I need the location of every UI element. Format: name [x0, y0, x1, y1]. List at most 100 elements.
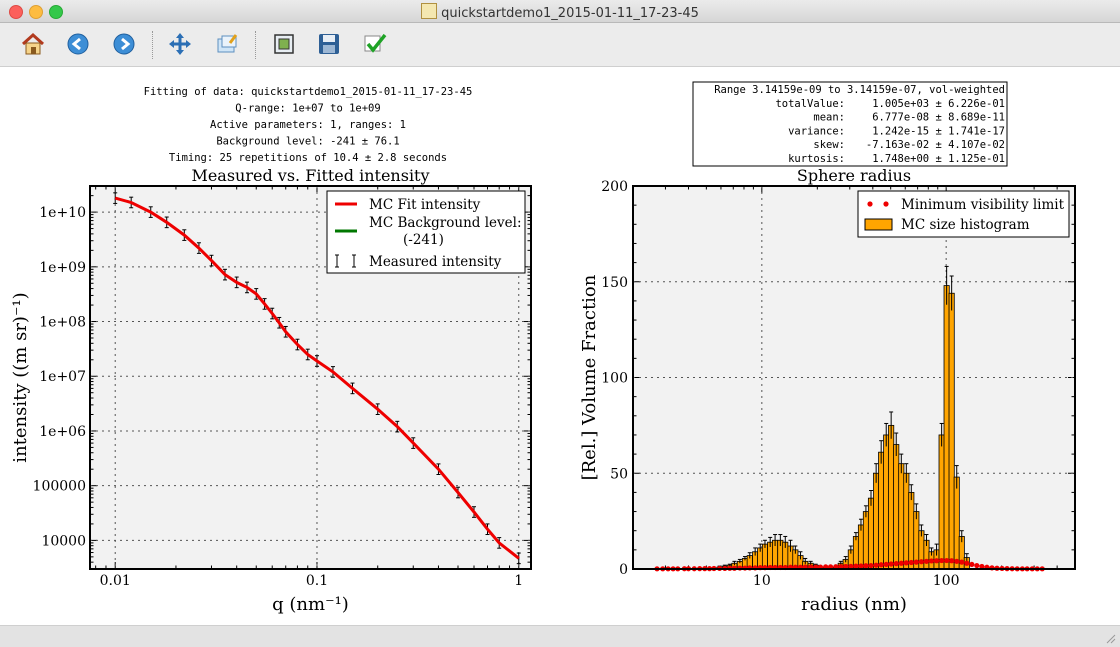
intensity-chart: 0.01 0.1 1 10000 100000 1e+06 1e+07 1e+08 1e+09 1…	[10, 166, 532, 615]
histogram-bar	[938, 434, 945, 570]
statistics-value: 1.005e+03 ± 6.226e-01	[872, 98, 1005, 110]
histogram-bar	[953, 476, 960, 570]
y-tick-label: 1e+07	[39, 369, 86, 385]
minimum-visibility-point	[939, 557, 945, 564]
statistics-value: 1.242e-15 ± 1.741e-17	[872, 125, 1005, 137]
minimum-visibility-point	[903, 560, 909, 566]
minimum-visibility-point	[878, 562, 884, 568]
apply-button[interactable]	[360, 29, 390, 59]
minimum-visibility-point	[913, 559, 919, 565]
forward-icon	[113, 33, 135, 55]
figure-svg: Fitting of data: quickstartdemo1_2015-01…	[10, 81, 1076, 615]
back-icon	[67, 33, 89, 55]
zoom-to-rect-button[interactable]	[269, 29, 299, 59]
histogram-bar	[873, 472, 880, 570]
y-tick-label: 10000	[41, 533, 86, 549]
legend-background-label: MC Background level:	[369, 215, 522, 231]
home-icon	[21, 32, 45, 55]
x-tick-label: 0.1	[306, 573, 328, 589]
x-tick-label: 0.01	[100, 573, 131, 589]
y-tick-label: 1e+10	[39, 205, 86, 221]
histogram-bar	[857, 524, 864, 570]
histogram-bar	[888, 424, 895, 570]
y-tick-label: 200	[601, 179, 628, 195]
y-tick-label: 100000	[33, 479, 86, 495]
home-button[interactable]	[18, 29, 48, 59]
minimum-visibility-point	[863, 563, 869, 569]
window-title-text: quickstartdemo1_2015-01-11_17-23-45	[441, 6, 699, 21]
histogram-bar	[948, 292, 955, 570]
fit-info-line: Active parameters: 1, ranges: 1	[210, 119, 406, 131]
y-tick-label: 50	[610, 466, 628, 482]
x-axis-label: q (nm⁻¹)	[272, 594, 349, 615]
x-tick-label: 10	[753, 573, 771, 589]
fit-info-line: Timing: 25 repetitions of 10.4 ± 2.8 sec…	[169, 152, 447, 164]
figure-canvas: Fitting of data: quickstartdemo1_2015-01…	[0, 67, 1120, 625]
fit-info-line: Q-range: 1e+07 to 1e+09	[235, 103, 380, 115]
histogram-bar	[903, 472, 910, 570]
statistics-label: skew:	[813, 139, 845, 151]
minimum-visibility-point	[954, 558, 960, 564]
y-tick-label: 150	[601, 275, 628, 291]
x-axis-label: radius (nm)	[801, 594, 907, 615]
minimum-visibility-point	[944, 557, 950, 564]
legend-background-value: (-241)	[403, 232, 444, 248]
histogram-bar	[883, 434, 890, 570]
back-button[interactable]	[63, 29, 93, 59]
status-bar	[0, 625, 1120, 647]
minimum-visibility-point	[923, 558, 930, 564]
pan-button[interactable]	[165, 29, 195, 59]
zoom-icon	[274, 34, 294, 54]
toolbar-separator	[152, 31, 154, 59]
statistics-label: variance:	[788, 125, 845, 137]
chart-title: Sphere radius	[797, 166, 911, 185]
y-tick-label: 1e+06	[39, 424, 86, 440]
fit-info-text: Fitting of data: quickstartdemo1_2015-01…	[144, 86, 473, 164]
minimum-visibility-point	[933, 558, 940, 564]
histogram-bar	[867, 497, 875, 570]
minimum-visibility-point	[928, 558, 935, 564]
statistics-value: 1.748e+00 ± 1.125e-01	[872, 153, 1005, 165]
legend-minvis-swatch	[883, 201, 889, 207]
minimum-visibility-point	[918, 559, 925, 565]
minimum-visibility-point	[964, 560, 970, 566]
minimum-visibility-point	[974, 562, 980, 569]
save-button[interactable]	[314, 29, 344, 59]
histogram-bar	[943, 285, 950, 570]
statistics-label: totalValue:	[775, 98, 845, 110]
statistics-label: mean:	[813, 112, 845, 124]
minimum-visibility-point	[969, 561, 975, 568]
y-tick-label: 100	[601, 371, 628, 387]
window-title: quickstartdemo1_2015-01-11_17-23-45	[0, 3, 1120, 21]
sphere-radius-chart: 10 100 0 50 100 150 200 Sphere radius radius (nm…	[579, 166, 1076, 615]
window-titlebar: quickstartdemo1_2015-01-11_17-23-45	[0, 0, 1120, 23]
statistics-label: kurtosis:	[788, 153, 845, 165]
minimum-visibility-point	[873, 562, 879, 568]
x-tick-label: 100	[933, 573, 960, 589]
forward-button[interactable]	[109, 29, 139, 59]
minimum-visibility-point	[888, 561, 894, 567]
statistics-value: -7.163e-02 ± 4.107e-02	[866, 139, 1005, 151]
app-icon	[421, 3, 438, 19]
legend-fit-label: MC Fit intensity	[369, 197, 481, 213]
minimum-visibility-point	[893, 561, 899, 567]
minimum-visibility-point	[858, 563, 864, 569]
legend-minvis-label: Minimum visibility limit	[901, 197, 1065, 213]
legend-minvis-swatch	[867, 201, 873, 207]
check-icon	[364, 33, 387, 53]
histogram-bar	[862, 511, 869, 570]
legend-measured-label: Measured intensity	[369, 254, 502, 270]
histogram-bar	[908, 491, 915, 570]
histogram-bar	[898, 463, 905, 570]
legend-histogram-label: MC size histogram	[901, 217, 1030, 233]
chart-title: Measured vs. Fitted intensity	[191, 166, 429, 185]
minimum-visibility-point	[883, 561, 889, 568]
configure-subplots-button[interactable]	[212, 29, 242, 59]
minimum-visibility-point	[908, 559, 914, 566]
minimum-visibility-point	[853, 563, 859, 569]
resize-grip-icon[interactable]	[1104, 632, 1116, 644]
toolbar-separator	[255, 31, 257, 59]
minimum-visibility-point	[868, 562, 874, 569]
statistics-header: Range 3.14159e-09 to 3.14159e-07, vol-we…	[714, 84, 1005, 96]
y-tick-label: 0	[619, 562, 628, 578]
